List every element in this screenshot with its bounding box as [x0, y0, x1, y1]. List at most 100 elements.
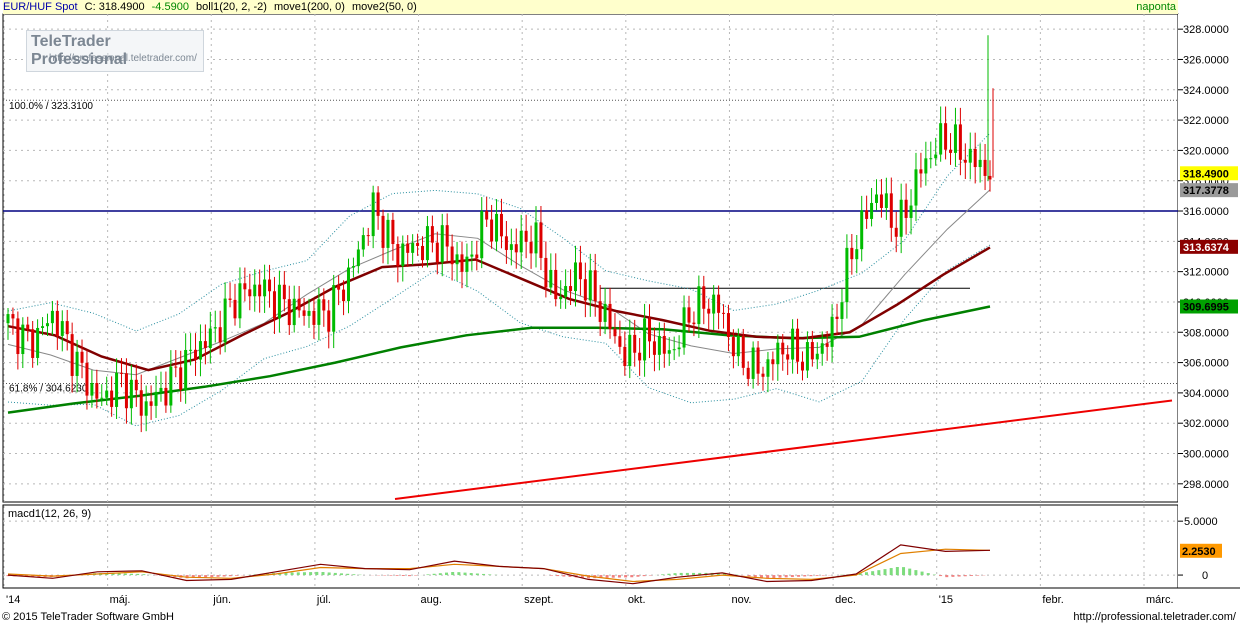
- boll-label[interactable]: boll1(20, 2, -2): [196, 1, 267, 13]
- candle-body: [717, 294, 721, 313]
- candle-body: [805, 342, 809, 371]
- candle-body: [731, 337, 735, 357]
- x-tick-label: '15: [939, 594, 953, 606]
- candle-body: [307, 310, 311, 316]
- period-label[interactable]: naponta: [1136, 0, 1176, 14]
- candle-body: [825, 343, 829, 347]
- candle-body: [238, 283, 242, 319]
- candle-body: [356, 249, 360, 267]
- symbol-label[interactable]: EUR/HUF Spot: [3, 1, 78, 13]
- candle-body: [381, 215, 385, 248]
- candle-body: [445, 225, 449, 247]
- candle-body: [105, 390, 109, 398]
- candle-body: [194, 349, 198, 360]
- candle-body: [554, 269, 558, 300]
- candle-body: [746, 367, 750, 379]
- candle-body: [366, 235, 370, 237]
- candle-body: [667, 350, 671, 354]
- candle-body: [904, 199, 908, 218]
- candle-body: [850, 247, 854, 260]
- candle-body: [569, 286, 573, 292]
- chart-window: 328.0000 326.0000 324.0000 322.0000 320.0000…: [0, 0, 1240, 625]
- footer-url[interactable]: http://professional.teletrader.com/: [1073, 611, 1236, 623]
- candle-body: [149, 401, 153, 406]
- candle-body: [879, 194, 883, 208]
- candle-body: [124, 373, 128, 409]
- y-tick-label: 308.0000: [1183, 327, 1229, 339]
- x-tick-label: máj.: [110, 594, 131, 606]
- candle-body: [687, 307, 691, 323]
- y-tick-label: 324.0000: [1183, 85, 1229, 97]
- candle-body: [243, 283, 247, 290]
- candle-body: [31, 329, 35, 358]
- candle-body: [603, 303, 607, 322]
- candle-body: [440, 225, 444, 263]
- candle-body: [884, 193, 888, 208]
- candle-body: [756, 347, 760, 374]
- candle-body: [322, 299, 326, 311]
- candle-body: [129, 379, 133, 409]
- candle-body: [351, 266, 355, 268]
- candle-body: [509, 244, 513, 250]
- candle-body: [203, 341, 207, 348]
- candle-body: [75, 351, 79, 376]
- candle-body: [154, 391, 158, 406]
- candle-body: [100, 397, 104, 399]
- x-tick-label: nov.: [731, 594, 751, 606]
- candle-body: [85, 362, 89, 396]
- candle-body: [524, 230, 528, 242]
- x-tick-label: júl.: [316, 594, 331, 606]
- move1-label[interactable]: move1(200, 0): [274, 1, 345, 13]
- candle-body: [490, 219, 494, 242]
- candle-body: [914, 169, 918, 206]
- candle-body: [638, 352, 642, 361]
- candle-body: [184, 349, 188, 390]
- candle-body: [65, 321, 69, 335]
- candle-body: [598, 301, 602, 322]
- candle-body: [712, 294, 716, 314]
- candle-body: [450, 246, 454, 265]
- candle-body: [169, 366, 173, 406]
- candle-body: [41, 326, 45, 328]
- candle-body: [662, 335, 666, 354]
- chart-canvas[interactable]: 328.0000 326.0000 324.0000 322.0000 320.0000…: [0, 0, 1240, 625]
- candle-body: [258, 284, 262, 297]
- candle-body: [643, 318, 647, 361]
- y-tick-label: 326.0000: [1183, 54, 1229, 66]
- candle-body: [860, 210, 864, 250]
- candle-body: [514, 244, 518, 253]
- candle-body: [144, 401, 148, 416]
- candle-body: [287, 299, 291, 326]
- candle-body: [702, 286, 706, 309]
- candle-body: [26, 324, 30, 330]
- candle-body: [830, 316, 834, 347]
- candle-body: [342, 289, 346, 302]
- candle-body: [628, 334, 632, 367]
- candle-body: [80, 351, 84, 363]
- y-tick-label: 322.0000: [1183, 115, 1229, 127]
- candle-body: [36, 327, 40, 358]
- candle-body: [263, 279, 267, 297]
- candle-body: [115, 372, 119, 407]
- candle-body: [564, 286, 568, 297]
- candle-body: [337, 285, 341, 290]
- candle-body: [677, 347, 681, 350]
- candle-body: [613, 328, 617, 337]
- candle-body: [855, 249, 859, 260]
- x-tick-label: '14: [6, 594, 20, 606]
- candle-body: [919, 169, 923, 174]
- candle-body: [70, 334, 74, 376]
- candle-body: [475, 254, 479, 259]
- candle-body: [391, 219, 395, 245]
- candle-body: [544, 257, 548, 288]
- x-tick-label: okt.: [628, 594, 646, 606]
- move2-label[interactable]: move2(50, 0): [352, 1, 417, 13]
- candle-body: [480, 211, 484, 259]
- candle-body: [465, 256, 469, 272]
- candle-body: [741, 335, 745, 368]
- candle-body: [134, 379, 138, 391]
- candle-body: [45, 323, 49, 327]
- macd-panel: [2, 504, 1179, 589]
- macd-y-tick-label: 5.0000: [1184, 516, 1218, 528]
- y-tick-label: 300.0000: [1183, 449, 1229, 461]
